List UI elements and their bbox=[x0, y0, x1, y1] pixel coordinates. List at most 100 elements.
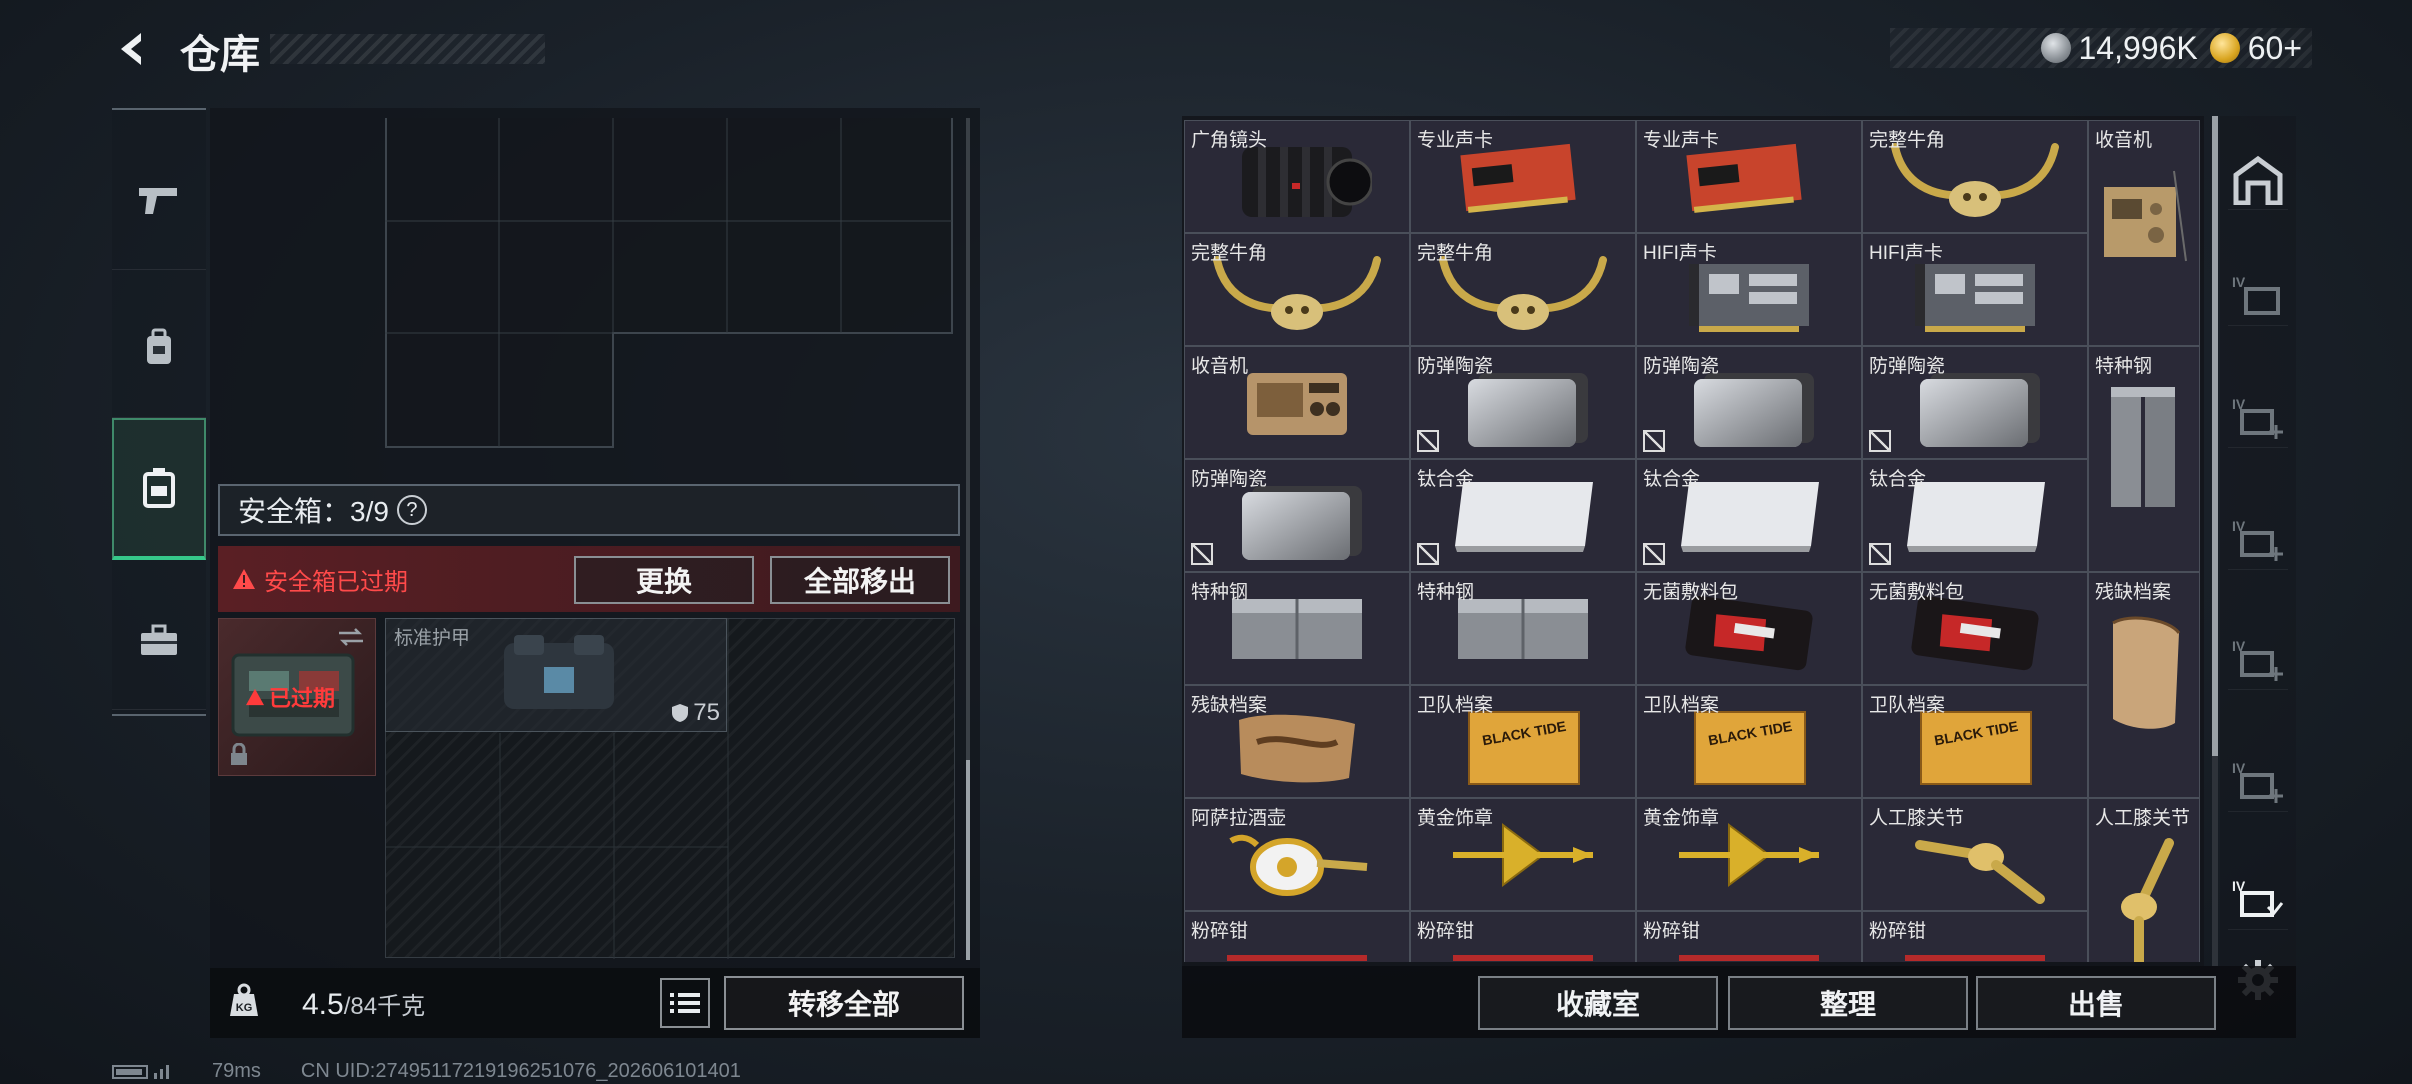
no-insure-icon bbox=[1869, 543, 1891, 565]
storage-item-label: 专业声卡 bbox=[1643, 130, 1720, 151]
nav-safe-case[interactable] bbox=[112, 418, 206, 560]
storage-item[interactable]: 人工膝关节 bbox=[2088, 798, 2200, 962]
storage-tab-2[interactable]: IV bbox=[2228, 388, 2288, 448]
storage-item-label: 收音机 bbox=[2095, 130, 2153, 151]
storage-item[interactable]: BLACK TIDE 卫队档案 bbox=[1410, 685, 1636, 798]
storage-item[interactable]: 防弹陶瓷 bbox=[1410, 346, 1636, 459]
storage-item-label: 防弹陶瓷 bbox=[1417, 356, 1494, 377]
storage-item[interactable]: 残缺档案 bbox=[2088, 572, 2200, 798]
storage-item[interactable]: 钛合金 bbox=[1636, 459, 1862, 572]
nav-toolbox[interactable] bbox=[112, 570, 206, 710]
storage-item[interactable]: 粉碎钳 bbox=[1184, 911, 1410, 962]
storage-item[interactable]: HIFI声卡 bbox=[1636, 233, 1862, 346]
storage-item[interactable]: 防弹陶瓷 bbox=[1184, 459, 1410, 572]
collection-room-button[interactable]: 收藏室 bbox=[1478, 976, 1718, 1030]
storage-item[interactable]: 完整牛角 bbox=[1410, 233, 1636, 346]
storage-tab-main[interactable] bbox=[2228, 150, 2288, 210]
storage-item[interactable]: 粉碎钳 bbox=[1410, 911, 1636, 962]
storage-item[interactable]: 广角镜头 bbox=[1184, 120, 1410, 233]
storage-item[interactable]: BLACK TIDE 卫队档案 bbox=[1862, 685, 2088, 798]
storage-item[interactable]: 残缺档案 bbox=[1184, 685, 1410, 798]
toolbox-icon bbox=[141, 624, 177, 655]
shield-icon bbox=[672, 704, 689, 722]
nav-backpack[interactable] bbox=[112, 278, 206, 418]
no-insure-icon bbox=[1643, 430, 1665, 452]
swap-icon bbox=[339, 628, 363, 646]
storage-item-label: 卫队档案 bbox=[1417, 695, 1494, 716]
storage-item[interactable]: 无菌敷料包 bbox=[1636, 572, 1862, 685]
scroll-tall-image bbox=[2089, 603, 2199, 743]
storage-box-add-icon: IV bbox=[2232, 638, 2283, 681]
storage-tab-6[interactable]: IV bbox=[2228, 870, 2288, 930]
storage-item[interactable]: 特种钢 bbox=[1184, 572, 1410, 685]
backpack-grid[interactable] bbox=[385, 118, 953, 448]
armor-value: 75 bbox=[693, 699, 720, 726]
weight-current: 4.5 bbox=[302, 988, 344, 1021]
storage-item[interactable]: 黄金饰章 bbox=[1636, 798, 1862, 911]
storage-tab-4[interactable]: IV bbox=[2228, 630, 2288, 690]
storage-item[interactable]: 钛合金 bbox=[1410, 459, 1636, 572]
storage-item[interactable]: 粉碎钳 bbox=[1862, 911, 2088, 962]
storage-item[interactable]: 粉碎钳 bbox=[1636, 911, 1862, 962]
storage-item[interactable]: 收音机 bbox=[2088, 120, 2200, 346]
safe-box-slot[interactable]: 已过期 bbox=[218, 618, 376, 776]
svg-text:IV: IV bbox=[2232, 274, 2246, 290]
currency-secondary[interactable]: 60+ bbox=[2209, 29, 2302, 67]
storage-item-label: 粉碎钳 bbox=[1869, 921, 1927, 942]
help-icon[interactable]: ? bbox=[396, 495, 427, 525]
storage-scrollbar-thumb[interactable] bbox=[2212, 116, 2218, 756]
radio-tall-image bbox=[2089, 151, 2199, 291]
storage-box-add-icon: IV bbox=[2232, 396, 2283, 439]
storage-item[interactable]: 专业声卡 bbox=[1636, 120, 1862, 233]
sell-button[interactable]: 出售 bbox=[1976, 976, 2216, 1030]
left-scrollbar-thumb[interactable] bbox=[966, 760, 970, 960]
storage-item-label: HIFI声卡 bbox=[1643, 243, 1717, 264]
storage-item[interactable]: 完整牛角 bbox=[1862, 120, 2088, 233]
storage-tab-1[interactable]: IV bbox=[2228, 266, 2288, 326]
currency-secondary-value: 60+ bbox=[2247, 29, 2302, 66]
silver-coin-icon bbox=[2040, 33, 2071, 63]
storage-item-label: 钛合金 bbox=[1643, 469, 1701, 490]
transfer-all-button[interactable]: 转移全部 bbox=[724, 976, 964, 1030]
storage-item[interactable]: 完整牛角 bbox=[1184, 233, 1410, 346]
weight-icon: KG bbox=[226, 982, 266, 1022]
safe-box-header: 安全箱：3/9 ? bbox=[218, 484, 960, 536]
storage-item-label: 残缺档案 bbox=[2095, 582, 2172, 603]
no-insure-icon bbox=[1417, 430, 1439, 452]
storage-item[interactable]: 防弹陶瓷 bbox=[1636, 346, 1862, 459]
storage-item[interactable]: 钛合金 bbox=[1862, 459, 2088, 572]
storage-item[interactable]: 黄金饰章 bbox=[1410, 798, 1636, 911]
storage-item-label: 无菌敷料包 bbox=[1643, 582, 1739, 603]
storage-item[interactable]: 专业声卡 bbox=[1410, 120, 1636, 233]
storage-item[interactable]: 人工膝关节 bbox=[1862, 798, 2088, 911]
nav-weapons[interactable] bbox=[112, 130, 206, 270]
storage-item[interactable]: 阿萨拉酒壶 bbox=[1184, 798, 1410, 911]
replace-button[interactable]: 更换 bbox=[574, 556, 754, 604]
gold-coin-icon bbox=[2209, 33, 2240, 63]
storage-item-label: 特种钢 bbox=[2095, 356, 2153, 377]
storage-tab-3[interactable]: IV bbox=[2228, 510, 2288, 570]
storage-item[interactable]: 特种钢 bbox=[2088, 346, 2200, 572]
storage-item-label: 特种钢 bbox=[1191, 582, 1249, 603]
storage-item[interactable]: BLACK TIDE 卫队档案 bbox=[1636, 685, 1862, 798]
storage-grid[interactable]: 广角镜头 专业声卡 专业声卡 完整牛角 收音机 完整牛角 完整牛角 HIFI声卡 HIFI声卡收… bbox=[1184, 120, 2202, 962]
carry-weight: 4.5/84千克 bbox=[302, 986, 425, 1022]
status-footer: 79ms CN UID:27495117219196251076_2026061… bbox=[112, 1060, 741, 1083]
storage-item[interactable]: 特种钢 bbox=[1410, 572, 1636, 685]
title-decoration bbox=[270, 34, 545, 64]
sort-button[interactable]: 整理 bbox=[1728, 976, 1968, 1030]
armor-item[interactable]: 标准护甲 75 bbox=[385, 618, 727, 732]
remove-all-button[interactable]: 全部移出 bbox=[770, 556, 950, 604]
back-button[interactable] bbox=[108, 24, 158, 74]
storage-item-label: 人工膝关节 bbox=[1869, 808, 1965, 829]
list-view-button[interactable] bbox=[660, 978, 710, 1028]
storage-box-icon: IV bbox=[2232, 274, 2280, 315]
steel-tall-image bbox=[2089, 377, 2199, 517]
storage-item[interactable]: HIFI声卡 bbox=[1862, 233, 2088, 346]
storage-item[interactable]: 防弹陶瓷 bbox=[1862, 346, 2088, 459]
storage-item[interactable]: 无菌敷料包 bbox=[1862, 572, 2088, 685]
storage-item[interactable]: 收音机 bbox=[1184, 346, 1410, 459]
storage-tab-5[interactable]: IV bbox=[2228, 752, 2288, 812]
knee-tall-image bbox=[2089, 829, 2199, 962]
storage-box-add-icon: IV bbox=[2232, 518, 2283, 561]
